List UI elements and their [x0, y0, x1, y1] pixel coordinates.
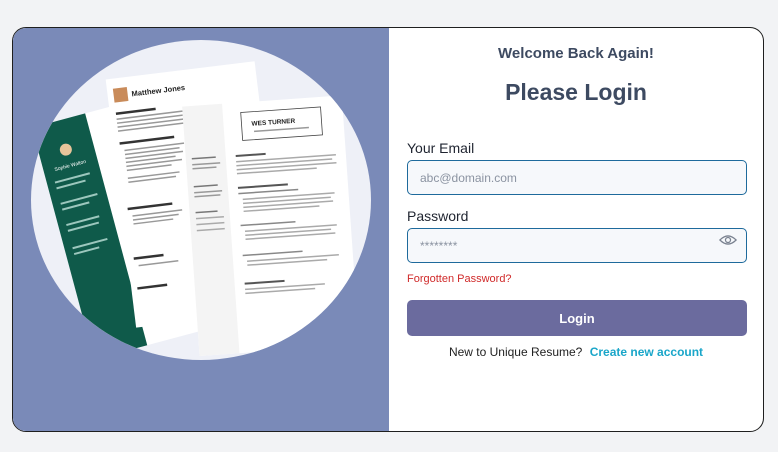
resume-illustration-circle: Sophie Walton Matthew Jones WES TURNER — [31, 40, 371, 360]
email-label: Your Email — [407, 140, 475, 156]
welcome-heading: Welcome Back Again! — [498, 45, 654, 62]
signup-prompt: New to Unique Resume? — [448, 345, 583, 359]
email-input[interactable] — [407, 160, 747, 195]
forgot-password-link[interactable]: Forgotten Password? — [407, 273, 512, 285]
page-title: Please Login — [505, 79, 647, 105]
password-input[interactable] — [407, 228, 747, 263]
illustration-panel: Sophie Walton Matthew Jones WES TURNER — [13, 28, 389, 431]
create-account-link[interactable]: Create new account — [590, 345, 703, 359]
resume-stack-illustration: Sophie Walton Matthew Jones WES TURNER — [31, 61, 360, 360]
eye-icon[interactable] — [719, 233, 737, 247]
login-button[interactable]: Login — [407, 300, 747, 336]
password-label: Password — [407, 208, 469, 224]
login-card: Sophie Walton Matthew Jones WES TURNER W… — [12, 27, 764, 432]
login-panel: Welcome Back Again! Please Login Your Em… — [389, 28, 763, 431]
signup-row: New to Unique Resume? Create new account — [389, 345, 763, 359]
